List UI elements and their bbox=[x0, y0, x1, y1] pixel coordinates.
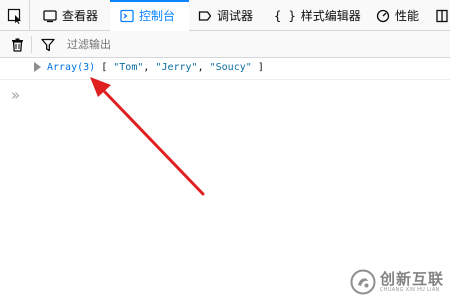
trash-icon bbox=[11, 38, 23, 52]
close-bracket: ] bbox=[257, 62, 264, 73]
separator: , bbox=[143, 62, 156, 73]
array-name: Array(3) bbox=[47, 62, 96, 73]
tab-style-editor[interactable]: { } 样式编辑器 bbox=[274, 0, 361, 31]
tab-more-tools[interactable] bbox=[436, 0, 448, 31]
inspector-icon bbox=[43, 9, 57, 23]
watermark-subtitle: CHUANG XIN HU LIAN bbox=[380, 286, 440, 293]
watermark-logo: 创新互联 CHUANG XIN HU LIAN bbox=[350, 264, 450, 300]
console-toolbar: 过滤输出 bbox=[0, 31, 450, 58]
tab-debugger[interactable]: 调试器 bbox=[198, 0, 253, 31]
expand-arrow-icon[interactable] bbox=[34, 62, 41, 72]
more-tools-icon bbox=[436, 9, 448, 23]
open-bracket: [ bbox=[101, 62, 108, 73]
array-item: "Jerry" bbox=[155, 62, 198, 73]
clear-console-button[interactable] bbox=[8, 31, 26, 58]
debugger-icon bbox=[198, 9, 212, 23]
array-item: "Soucy" bbox=[209, 62, 252, 73]
element-picker-button[interactable] bbox=[0, 0, 30, 31]
filter-button[interactable] bbox=[40, 31, 56, 58]
watermark-emblem-icon bbox=[350, 269, 376, 295]
tab-label: 查看器 bbox=[62, 9, 99, 23]
separator: , bbox=[197, 62, 210, 73]
style-editor-icon: { } bbox=[274, 8, 296, 23]
console-icon bbox=[120, 9, 134, 23]
array-output[interactable]: Array(3) [ "Tom", "Jerry", "Soucy" ] bbox=[47, 62, 264, 73]
filter-input[interactable]: 过滤输出 bbox=[67, 31, 111, 58]
tab-label: 调试器 bbox=[217, 9, 254, 23]
performance-icon bbox=[376, 9, 390, 23]
tab-label: 样式编辑器 bbox=[300, 9, 361, 23]
watermark-name: 创新互联 bbox=[380, 269, 445, 288]
tab-label: 控制台 bbox=[139, 9, 176, 23]
tab-label: 性能 bbox=[395, 9, 420, 23]
element-picker-icon bbox=[7, 8, 21, 24]
tab-inspector[interactable]: 查看器 bbox=[43, 0, 98, 31]
devtools-tab-bar: 查看器 控制台 调试器 { } 样式编辑器 性能 bbox=[0, 0, 450, 31]
toolbar-divider bbox=[31, 36, 32, 53]
tab-performance[interactable]: 性能 bbox=[376, 0, 419, 31]
tab-console[interactable]: 控制台 bbox=[110, 0, 189, 31]
array-item: "Tom" bbox=[113, 62, 144, 73]
console-message: Array(3) [ "Tom", "Jerry", "Soucy" ] bbox=[0, 58, 450, 80]
filter-icon bbox=[41, 38, 55, 51]
console-input-prompt[interactable]: » bbox=[11, 86, 20, 104]
